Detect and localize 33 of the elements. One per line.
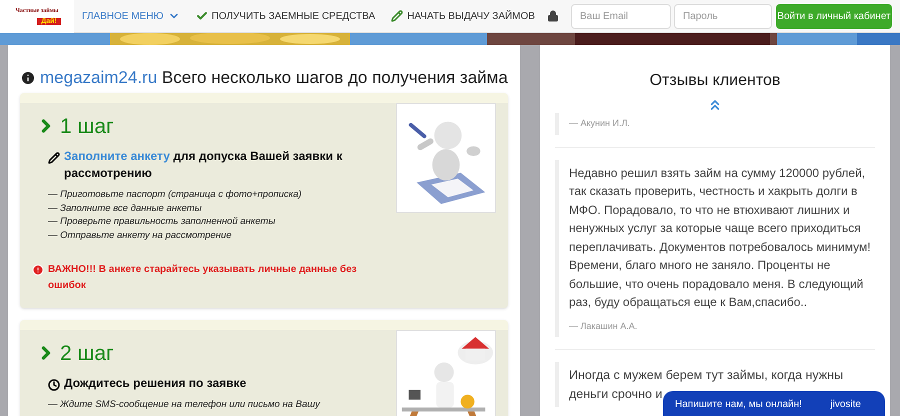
step-item: — Проверьте правильность заполненной анкеты [48, 215, 276, 228]
info-icon [20, 70, 36, 86]
lock-icon [546, 10, 559, 22]
step-heading: Заполните анкету для допуска Вашей заявки к рассмотрению [64, 148, 344, 182]
review-author: — Акунин И.Л. [569, 117, 631, 130]
chat-widget[interactable]: Напишите нам, мы онлайн! jivosite [663, 391, 885, 416]
nav-link[interactable]: ПОЛУЧИТЬ ЗАЕМНЫЕ СРЕДСТВА [196, 8, 376, 24]
panel-title: Отзывы клиентов [648, 71, 782, 91]
review-text: Иногда с мужем берем тут займы, когда нужны [569, 367, 844, 384]
menu-dropdown[interactable]: ГЛАВНОЕ МЕНЮ [82, 8, 180, 24]
chat-brand: jivosite [830, 398, 861, 412]
step-item: — Ждите SMS-сообщение на телефон или письмо на Вашу [48, 398, 322, 412]
nav-link[interactable]: НАЧАТЬ ВЫДАЧУ ЗАЙМОВ [391, 8, 535, 24]
step-heading: Дождитесь решения по заявке [64, 375, 246, 392]
pencil-icon [391, 10, 404, 22]
review-text: Недавно решил взять займ на сумму 120000 рублей, так сказать проверить, честность и хакрыть долги в МФО. Порадовало, то что не втюхивают лишних и ненужных услуг за которые чаще всего приходиться переплачивать. Документов потребовалось минимум! Времени, благо много не заняло. Проценты не большие, что очень порадовало меня. В следующий раз, буду обращаться еще к Вам,спасибо.. [569, 164, 872, 311]
site-link[interactable]: megazaim24.ru [40, 68, 158, 87]
password-field[interactable]: Пароль [674, 4, 772, 28]
step-title: 1 шаг [60, 114, 114, 140]
step-item: — Приготовьте паспорт (страница с фото+прописка) [48, 188, 303, 202]
step-item: — Заполните все данные анкеты [48, 202, 203, 215]
email-field[interactable]: Ваш Email [570, 4, 671, 28]
pencil-icon [48, 152, 60, 164]
review-text: деньги срочно и [569, 386, 662, 403]
panel-title: megazaim24.ru Всего несколько шагов до получения займа [40, 67, 508, 89]
step-title: 2 шаг [60, 340, 114, 366]
chat-prompt: Напишите нам, мы онлайн! [675, 398, 802, 412]
step-item: — Отправьте анкету на рассмотрение [48, 228, 232, 242]
warning-text: ВАЖНО!!! В анкете старайтесь указывать личные данные без ошибок [48, 263, 358, 293]
clock-icon [48, 379, 60, 391]
check-icon [196, 10, 208, 22]
warning-icon [32, 264, 44, 276]
review-author: — Лакашин А.А. [569, 320, 638, 332]
